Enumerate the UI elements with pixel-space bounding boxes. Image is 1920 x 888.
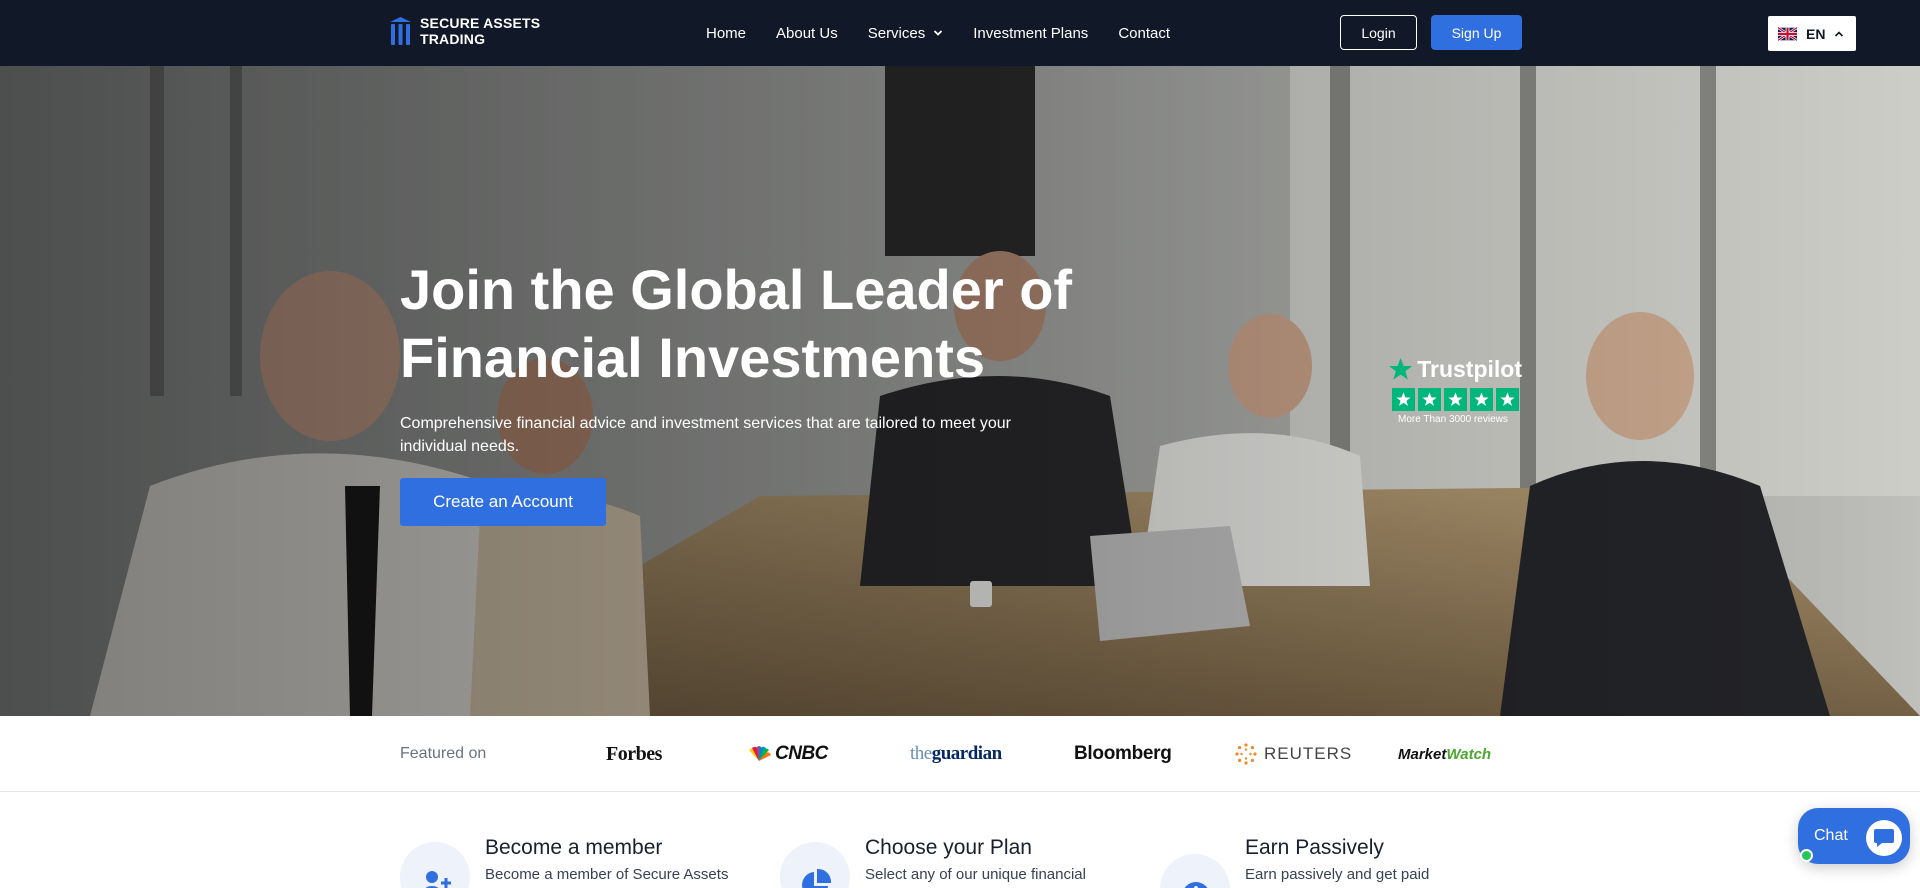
step-title: Choose your Plan bbox=[865, 836, 1032, 859]
chat-label: Chat bbox=[1814, 827, 1848, 844]
cnbc-logo: CNBC bbox=[746, 741, 828, 767]
trustpilot-review-count: More Than 3000 reviews bbox=[1398, 414, 1508, 425]
marketwatch-part-b: Watch bbox=[1446, 745, 1492, 763]
nav-services-label: Services bbox=[867, 24, 926, 42]
guardian-logo: the guardian bbox=[910, 741, 1002, 767]
hero-title: Join the Global Leader of Financial Inve… bbox=[400, 258, 1073, 389]
top-navbar: SECURE ASSETS TRADING Home About Us Serv… bbox=[0, 0, 1920, 66]
chevron-up-icon bbox=[1835, 30, 1844, 37]
trustpilot-star-icon bbox=[1418, 388, 1441, 411]
step-icon-circle bbox=[780, 842, 850, 888]
cnbc-wordmark: CNBC bbox=[775, 743, 828, 764]
reuters-wordmark: REUTERS bbox=[1264, 744, 1353, 763]
nav-investment-plans[interactable]: Investment Plans bbox=[973, 25, 1088, 42]
add-user-icon bbox=[425, 871, 451, 888]
nav-services[interactable]: Services bbox=[868, 25, 944, 42]
marketwatch-logo: Market Watch bbox=[1398, 741, 1491, 767]
trustpilot-star-icon bbox=[1444, 388, 1467, 411]
how-it-works-section: Become a member Become a member of Secur… bbox=[0, 792, 1920, 888]
step-title: Earn Passively bbox=[1245, 836, 1384, 859]
featured-on-bar: Featured on Forbes CNBC the guardian Bloo… bbox=[0, 716, 1920, 792]
step-title: Become a member bbox=[485, 836, 663, 859]
online-status-dot bbox=[1800, 849, 1813, 862]
trustpilot-name: Trustpilot bbox=[1417, 355, 1522, 382]
trustpilot-header: Trustpilot bbox=[1388, 354, 1522, 384]
main-nav: Home About Us Services Investment Plans … bbox=[706, 0, 1200, 66]
hero-subtitle: Comprehensive financial advice and inves… bbox=[400, 415, 1011, 455]
peacock-icon bbox=[749, 746, 771, 761]
trustpilot-star-icon bbox=[1389, 357, 1413, 380]
trustpilot-star-icon bbox=[1470, 388, 1493, 411]
step-icon-circle bbox=[1160, 854, 1230, 888]
nav-home[interactable]: Home bbox=[706, 25, 746, 42]
trustpilot-rating bbox=[1392, 388, 1522, 411]
nav-contact[interactable]: Contact bbox=[1118, 25, 1170, 42]
step-description: Earn passively and get paid bbox=[1245, 866, 1430, 883]
trustpilot-star-icon bbox=[1392, 388, 1415, 411]
featured-label: Featured on bbox=[400, 745, 487, 762]
nav-about[interactable]: About Us bbox=[776, 25, 838, 42]
marketwatch-part-a: Market bbox=[1398, 745, 1447, 763]
step-description: Select any of our unique financial bbox=[865, 866, 1086, 883]
uk-flag-icon bbox=[1778, 26, 1797, 41]
logo-text: SECURE ASSETS TRADING bbox=[420, 15, 541, 47]
forbes-logo: Forbes bbox=[606, 742, 662, 765]
guardian-prefix: the bbox=[910, 743, 932, 764]
signup-button[interactable]: Sign Up bbox=[1431, 15, 1522, 50]
reuters-dots-icon bbox=[1235, 743, 1257, 765]
bloomberg-logo: Bloomberg bbox=[1074, 743, 1172, 764]
hero-section: Join the Global Leader of Financial Inve… bbox=[0, 66, 1920, 716]
chat-bubble-icon bbox=[1866, 820, 1902, 856]
language-selector[interactable]: EN bbox=[1768, 16, 1856, 51]
pie-chart-icon bbox=[802, 868, 832, 888]
create-account-button[interactable]: Create an Account bbox=[400, 478, 606, 526]
logo-columns-icon bbox=[390, 17, 411, 45]
chat-widget-button[interactable]: Chat bbox=[1798, 808, 1910, 864]
language-code: EN bbox=[1806, 25, 1826, 42]
step-icon-circle bbox=[400, 842, 470, 888]
reuters-logo: REUTERS bbox=[1234, 741, 1352, 767]
step-description: Become a member of Secure Assets bbox=[485, 866, 729, 883]
chevron-down-icon bbox=[934, 30, 943, 36]
site-logo[interactable]: SECURE ASSETS TRADING bbox=[389, 15, 550, 47]
login-button[interactable]: Login bbox=[1340, 15, 1417, 50]
guardian-wordmark: guardian bbox=[931, 743, 1002, 764]
trustpilot-badge[interactable]: Trustpilot More Than 3000 reviews bbox=[1388, 354, 1522, 425]
trustpilot-star-icon bbox=[1496, 388, 1519, 411]
coin-icon bbox=[1184, 882, 1208, 888]
